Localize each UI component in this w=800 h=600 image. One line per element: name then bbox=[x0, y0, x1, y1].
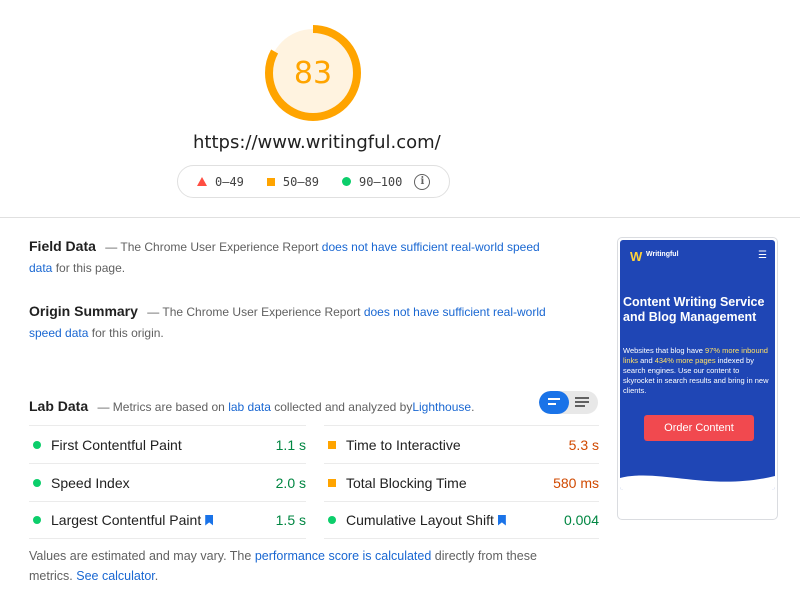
order-content-button: Order Content bbox=[644, 415, 754, 441]
thumbnail-body-text: Websites that blog have bbox=[623, 346, 703, 355]
metric-speed-index: Speed Index 2.0 s bbox=[29, 463, 306, 501]
legend-item-good: 90–100 bbox=[342, 175, 402, 189]
metric-name: Time to Interactive bbox=[346, 436, 461, 453]
metric-time-to-interactive: Time to Interactive 5.3 s bbox=[324, 425, 599, 463]
metric-total-blocking-time: Total Blocking Time 580 ms bbox=[324, 463, 599, 501]
thumbnail-heading: Content Writing Service and Blog Managem… bbox=[623, 295, 765, 324]
metric-value: 580 ms bbox=[553, 474, 599, 491]
thumbnail-wave bbox=[620, 475, 775, 490]
orange-square-icon bbox=[266, 177, 275, 186]
metric-cumulative-layout-shift: Cumulative Layout Shift 0.004 bbox=[324, 501, 599, 539]
metric-name: Total Blocking Time bbox=[346, 474, 467, 491]
field-data-title: Field Data bbox=[29, 238, 96, 254]
metric-value: 2.0 s bbox=[275, 474, 306, 491]
lab-data-title: Lab Data bbox=[29, 398, 89, 414]
origin-summary-section: Origin Summary — The Chrome User Experie… bbox=[29, 301, 549, 344]
info-icon[interactable]: i bbox=[414, 173, 431, 190]
bookmark-icon[interactable] bbox=[497, 514, 506, 526]
bookmark-icon[interactable] bbox=[205, 514, 214, 526]
field-data-prefix: — The Chrome User Experience Report bbox=[105, 240, 319, 254]
score-gauge: 83 bbox=[264, 24, 362, 122]
metric-name: Cumulative Layout Shift bbox=[346, 512, 494, 528]
legend-label-average: 50–89 bbox=[282, 174, 320, 189]
legend-item-average: 50–89 bbox=[266, 174, 320, 189]
lighthouse-link[interactable]: Lighthouse bbox=[412, 400, 471, 414]
header-divider bbox=[0, 217, 800, 218]
metric-first-contentful-paint: First Contentful Paint 1.1 s bbox=[29, 425, 306, 463]
origin-summary-title: Origin Summary bbox=[29, 303, 138, 319]
metrics-view-toggle[interactable] bbox=[539, 391, 598, 414]
score-legend: 0–49 50–89 90–100 i bbox=[177, 165, 450, 198]
thumbnail-body-text: and bbox=[640, 356, 653, 365]
metric-name: Largest Contentful Paint bbox=[51, 512, 202, 528]
average-indicator-icon bbox=[328, 440, 336, 449]
origin-summary-prefix: — The Chrome User Experience Report bbox=[147, 305, 361, 319]
writingful-logo-icon: W bbox=[630, 249, 643, 264]
green-circle-icon bbox=[342, 177, 352, 186]
good-indicator-icon bbox=[33, 516, 41, 524]
footnote-prefix: Values are estimated and may vary. The bbox=[29, 549, 252, 563]
lab-data-prefix: — Metrics are based on bbox=[97, 400, 225, 414]
good-indicator-icon bbox=[328, 516, 336, 524]
page-url: https://www.writingful.com/ bbox=[193, 132, 441, 153]
metric-name: Speed Index bbox=[51, 474, 130, 491]
legend-label-poor: 0–49 bbox=[215, 174, 244, 189]
performance-score: 83 bbox=[293, 55, 333, 91]
footnote-suffix: . bbox=[154, 569, 159, 583]
metric-largest-contentful-paint: Largest Contentful Paint 1.5 s bbox=[29, 501, 306, 539]
metric-name: First Contentful Paint bbox=[51, 436, 182, 453]
footnote: Values are estimated and may vary. The p… bbox=[29, 546, 569, 586]
field-data-suffix: for this page. bbox=[55, 261, 126, 275]
thumbnail-hero: W Writingful ☰ Content Writing Service a… bbox=[620, 240, 775, 490]
good-indicator-icon bbox=[33, 478, 41, 487]
metric-value: 1.1 s bbox=[275, 436, 306, 453]
origin-summary-suffix: for this origin. bbox=[91, 326, 164, 340]
red-triangle-icon bbox=[197, 177, 207, 186]
lab-data-suffix: . bbox=[471, 400, 475, 414]
metric-value: 1.5 s bbox=[275, 512, 306, 528]
metric-value: 0.004 bbox=[563, 512, 599, 528]
legend-item-poor: 0–49 bbox=[197, 175, 244, 189]
field-data-section: Field Data — The Chrome User Experience … bbox=[29, 236, 549, 279]
final-screenshot-thumbnail: W Writingful ☰ Content Writing Service a… bbox=[617, 237, 778, 520]
see-calculator-link[interactable]: See calculator bbox=[76, 569, 155, 583]
good-indicator-icon bbox=[33, 440, 41, 449]
expanded-view-icon[interactable] bbox=[575, 397, 589, 407]
hamburger-menu-icon: ☰ bbox=[758, 250, 767, 261]
score-calculated-link[interactable]: performance score is calculated bbox=[255, 549, 431, 563]
average-indicator-icon bbox=[328, 478, 336, 487]
legend-label-good: 90–100 bbox=[359, 174, 403, 189]
thumbnail-body: Websites that blog have 97% more inbound… bbox=[623, 346, 773, 396]
compact-view-icon bbox=[548, 398, 560, 408]
compact-view-button[interactable] bbox=[539, 391, 569, 414]
lab-data-section: Lab Data — Metrics are based on lab data… bbox=[29, 396, 549, 418]
lab-data-middle: collected and analyzed by bbox=[274, 400, 413, 414]
lab-data-link[interactable]: lab data bbox=[228, 400, 271, 414]
metric-value: 5.3 s bbox=[568, 436, 599, 453]
thumbnail-brand: Writingful bbox=[646, 251, 679, 258]
thumbnail-highlight: 434% more pages bbox=[654, 356, 716, 365]
